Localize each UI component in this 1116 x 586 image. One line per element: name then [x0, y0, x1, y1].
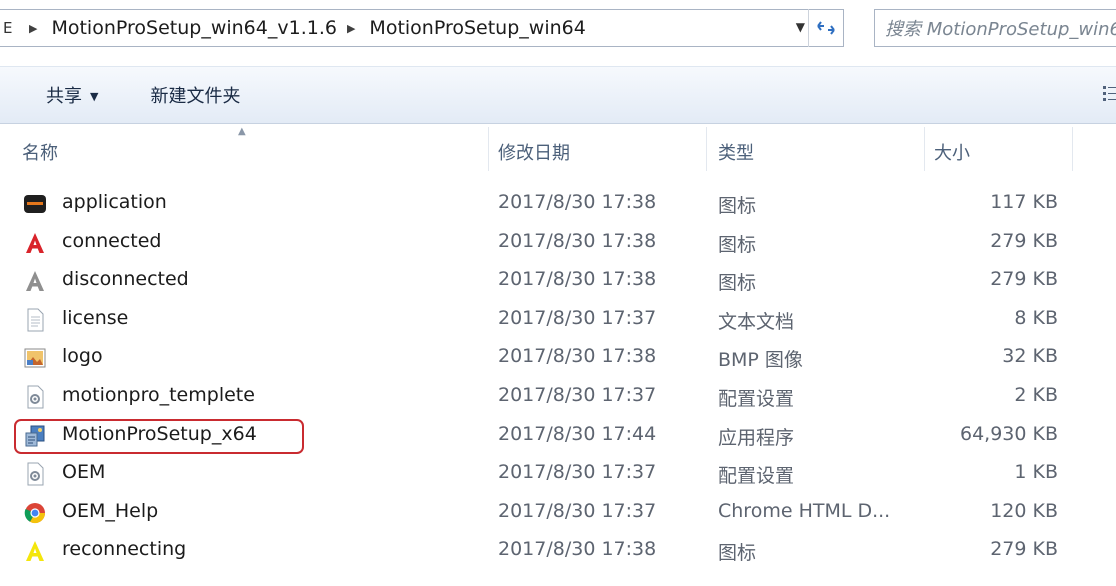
file-date: 2017/8/30 17:37 [498, 461, 657, 484]
file-date: 2017/8/30 17:37 [498, 499, 657, 522]
file-name: application [62, 191, 167, 213]
image-file-icon [24, 348, 46, 368]
column-divider[interactable] [488, 127, 489, 171]
file-date: 2017/8/30 17:44 [498, 422, 657, 445]
search-placeholder: 搜索 MotionProSetup_win64 [885, 19, 1116, 40]
file-row-reconnecting[interactable]: reconnecting 2017/8/30 17:38 图标 279 KB [0, 532, 1116, 571]
file-row-connected[interactable]: connected 2017/8/30 17:38 图标 279 KB [0, 224, 1116, 263]
file-size: 279 KB [990, 229, 1058, 252]
file-type: Chrome HTML D... [718, 499, 891, 522]
installer-icon [25, 425, 45, 447]
column-divider[interactable] [1072, 127, 1073, 171]
sort-ascending-icon: ▲ [238, 126, 246, 137]
file-row-application[interactable]: application 2017/8/30 17:38 图标 117 KB [0, 185, 1116, 224]
config-file-icon [27, 385, 44, 409]
file-type: 图标 [718, 542, 757, 565]
breadcrumb-separator-icon[interactable]: ▶ [347, 22, 355, 35]
file-size: 279 KB [990, 538, 1058, 561]
search-input[interactable]: 搜索 MotionProSetup_win64 [874, 9, 1116, 47]
file-type: 图标 [718, 233, 757, 256]
file-date: 2017/8/30 17:37 [498, 306, 657, 329]
column-divider[interactable] [706, 127, 707, 171]
file-type: 应用程序 [718, 426, 795, 449]
yellow-a-icon [26, 541, 44, 562]
file-type: 文本文档 [718, 310, 795, 333]
file-date: 2017/8/30 17:38 [498, 345, 657, 368]
file-name: license [62, 306, 129, 329]
column-header-size[interactable]: 大小 [934, 139, 970, 165]
refresh-icon [817, 21, 835, 35]
file-type: 配置设置 [718, 465, 795, 488]
file-name: OEM_Help [62, 499, 159, 522]
change-view-icon[interactable] [1102, 84, 1116, 106]
file-list: application 2017/8/30 17:38 图标 117 KB co… [0, 185, 1116, 571]
file-date: 2017/8/30 17:38 [498, 229, 657, 252]
share-label: 共享 [46, 86, 82, 107]
column-header-row: ▲ 名称 修改日期 类型 大小 [0, 123, 1116, 175]
command-toolbar: 共享 ▼ 新建文件夹 [0, 66, 1116, 124]
gray-a-icon [26, 271, 44, 292]
address-bar[interactable]: E ▶ MotionProSetup_win64_v1.1.6 ▶ Motion… [0, 9, 844, 47]
file-size: 8 KB [1014, 306, 1058, 329]
file-size: 279 KB [990, 268, 1058, 291]
address-history-dropdown-icon[interactable]: ▼ [796, 20, 805, 34]
file-name: disconnected [62, 268, 189, 291]
file-size: 2 KB [1014, 383, 1058, 406]
text-file-icon [27, 308, 44, 332]
file-row-license[interactable]: license 2017/8/30 17:37 文本文档 8 KB [0, 301, 1116, 340]
file-size: 117 KB [990, 191, 1058, 213]
column-divider[interactable] [924, 127, 925, 171]
file-row-motionpro-templete[interactable]: motionpro_templete 2017/8/30 17:37 配置设置 … [0, 378, 1116, 417]
column-header-type[interactable]: 类型 [718, 139, 754, 165]
address-bar-area: E ▶ MotionProSetup_win64_v1.1.6 ▶ Motion… [0, 0, 1116, 56]
red-a-icon [26, 232, 44, 253]
config-file-icon [27, 462, 44, 486]
file-date: 2017/8/30 17:38 [498, 191, 657, 213]
file-size: 64,930 KB [959, 422, 1058, 445]
chrome-icon [24, 502, 46, 523]
file-name: motionpro_templete [62, 383, 255, 406]
file-name: MotionProSetup_x64 [62, 422, 257, 445]
application-icon [24, 195, 46, 213]
share-button[interactable]: 共享 ▼ [46, 82, 98, 108]
chevron-down-icon: ▼ [90, 90, 99, 103]
file-type: 配置设置 [718, 387, 795, 410]
file-date: 2017/8/30 17:38 [498, 268, 657, 291]
breadcrumb-overflow[interactable]: E [0, 19, 19, 37]
file-size: 32 KB [1002, 345, 1058, 368]
file-row-oem-help[interactable]: OEM_Help 2017/8/30 17:37 Chrome HTML D..… [0, 494, 1116, 533]
file-date: 2017/8/30 17:38 [498, 538, 657, 561]
file-name: OEM [62, 461, 106, 484]
file-row-logo[interactable]: logo 2017/8/30 17:38 BMP 图像 32 KB [0, 339, 1116, 378]
file-size: 120 KB [990, 499, 1058, 522]
breadcrumb-parent[interactable]: MotionProSetup_win64_v1.1.6 [51, 17, 336, 39]
file-type: 图标 [718, 195, 757, 217]
new-folder-button[interactable]: 新建文件夹 [150, 82, 240, 108]
file-name: connected [62, 229, 162, 252]
breadcrumb-current[interactable]: MotionProSetup_win64 [369, 17, 585, 39]
refresh-button[interactable] [808, 9, 843, 47]
file-name: logo [62, 345, 103, 368]
file-row-motionprosetup-x64[interactable]: MotionProSetup_x64 2017/8/30 17:44 应用程序 … [0, 417, 1116, 456]
file-row-disconnected[interactable]: disconnected 2017/8/30 17:38 图标 279 KB [0, 262, 1116, 301]
file-type: 图标 [718, 272, 757, 295]
file-type: BMP 图像 [718, 349, 803, 372]
column-header-date[interactable]: 修改日期 [498, 139, 570, 165]
file-size: 1 KB [1014, 461, 1058, 484]
breadcrumb-separator-icon[interactable]: ▶ [29, 22, 37, 35]
file-row-oem[interactable]: OEM 2017/8/30 17:37 配置设置 1 KB [0, 455, 1116, 494]
file-date: 2017/8/30 17:37 [498, 383, 657, 406]
file-name: reconnecting [62, 538, 187, 561]
column-header-name[interactable]: 名称 [22, 139, 58, 165]
